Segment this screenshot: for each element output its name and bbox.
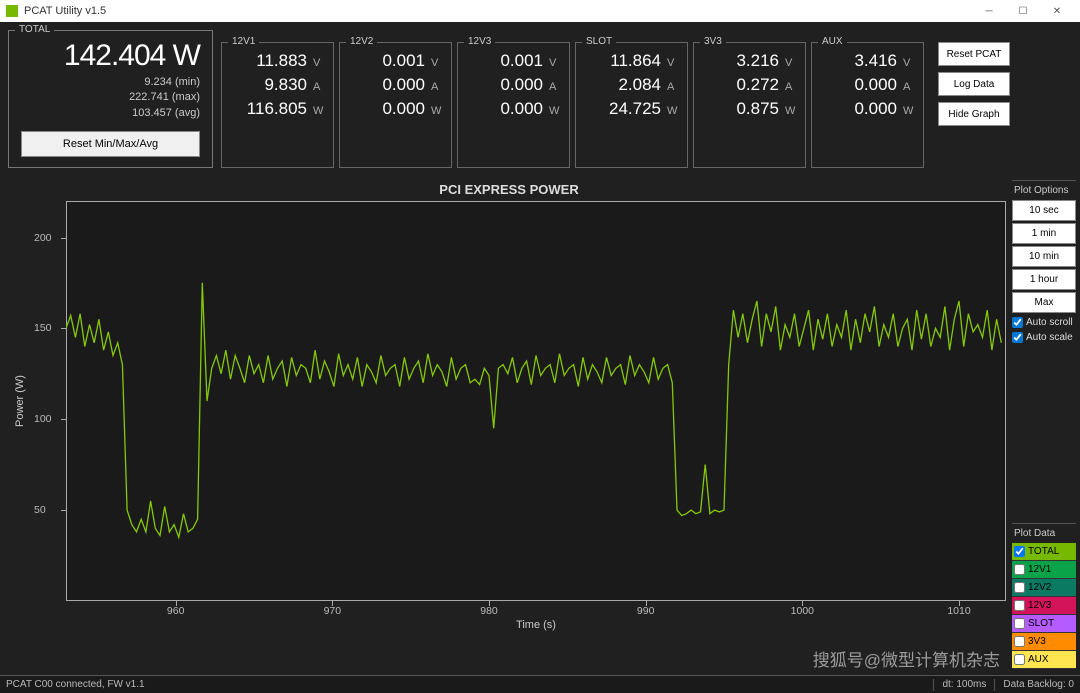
rail-label: AUX	[818, 36, 847, 47]
status-backlog: Data Backlog: 0	[1003, 679, 1074, 691]
app-icon	[6, 5, 18, 17]
x-axis-label: Time (s)	[516, 619, 556, 631]
status-dt: dt: 100ms	[942, 679, 986, 691]
xtick: 980	[480, 605, 498, 617]
rail-watts: 0.000	[382, 97, 425, 121]
legend-checkbox[interactable]	[1014, 600, 1025, 611]
rail-box-slot: SLOT 11.864V 2.084A 24.725W	[575, 42, 688, 168]
total-avg: 103.457 (avg)	[21, 106, 200, 121]
legend-total[interactable]: TOTAL	[1012, 543, 1076, 561]
ytick: 100	[34, 413, 52, 425]
auto-scale-checkbox[interactable]	[1012, 332, 1023, 343]
rail-amps: 0.000	[500, 73, 543, 97]
xtick: 1010	[947, 605, 970, 617]
rail-watts: 0.000	[854, 97, 897, 121]
legend-checkbox[interactable]	[1014, 636, 1025, 647]
log-data-button[interactable]: Log Data	[938, 72, 1010, 96]
xtick: 990	[637, 605, 655, 617]
rail-volts: 0.001	[500, 49, 543, 73]
rail-volts: 11.864	[610, 49, 661, 73]
side-panel: Plot Options 10 sec1 min10 min1 hourMax …	[1012, 176, 1080, 675]
close-button[interactable]: ✕	[1040, 1, 1074, 21]
xtick: 970	[324, 605, 342, 617]
rail-box-aux: AUX 3.416V 0.000A 0.000W	[811, 42, 924, 168]
legend-12v1[interactable]: 12V1	[1012, 561, 1076, 579]
rail-watts: 0.875	[736, 97, 779, 121]
plot-data-title: Plot Data	[1012, 526, 1076, 543]
ytick: 50	[34, 504, 46, 516]
legend-slot[interactable]: SLOT	[1012, 615, 1076, 633]
rail-volts: 3.216	[736, 49, 779, 73]
rail-label: 12V1	[228, 36, 259, 47]
rail-amps: 0.000	[382, 73, 425, 97]
legend-3v3[interactable]: 3V3	[1012, 633, 1076, 651]
rail-label: 3V3	[700, 36, 726, 47]
rail-amps: 9.830	[264, 73, 307, 97]
maximize-button[interactable]: ☐	[1006, 1, 1040, 21]
chart-title: PCI EXPRESS POWER	[12, 182, 1006, 197]
rail-watts: 0.000	[500, 97, 543, 121]
range-10sec-button[interactable]: 10 sec	[1012, 200, 1076, 221]
y-axis-label: Power (W)	[14, 375, 26, 427]
range-Max-button[interactable]: Max	[1012, 292, 1076, 313]
legend-12v2[interactable]: 12V2	[1012, 579, 1076, 597]
auto-scroll-checkbox[interactable]	[1012, 317, 1023, 328]
range-1min-button[interactable]: 1 min	[1012, 223, 1076, 244]
ytick: 200	[34, 232, 52, 244]
rail-label: 12V3	[464, 36, 495, 47]
rail-watts: 116.805	[247, 97, 307, 121]
auto-scale-check[interactable]: Auto scale	[1012, 330, 1076, 345]
chart-container[interactable]: Power (W) Time (s) 501001502009609709809…	[66, 201, 1006, 601]
legend-checkbox[interactable]	[1014, 582, 1025, 593]
rail-label: SLOT	[582, 36, 616, 47]
top-panel: TOTAL 142.404 W 9.234 (min) 222.741 (max…	[0, 22, 1080, 176]
titlebar: PCAT Utility v1.5 ─ ☐ ✕	[0, 0, 1080, 22]
rail-box-12v1: 12V1 11.883V 9.830A 116.805W	[221, 42, 334, 168]
legend-checkbox[interactable]	[1014, 618, 1025, 629]
rail-amps: 0.272	[736, 73, 779, 97]
xtick: 960	[167, 605, 185, 617]
rails-row: 12V1 11.883V 9.830A 116.805W12V2 0.001V …	[221, 30, 924, 168]
xtick: 1000	[791, 605, 814, 617]
total-box: TOTAL 142.404 W 9.234 (min) 222.741 (max…	[8, 30, 213, 168]
legend-12v3[interactable]: 12V3	[1012, 597, 1076, 615]
rail-label: 12V2	[346, 36, 377, 47]
chart-zone: PCI EXPRESS POWER Power (W) Time (s) 501…	[0, 176, 1012, 675]
legend-checkbox[interactable]	[1014, 654, 1025, 665]
rail-volts: 11.883	[256, 49, 307, 73]
plot-line	[66, 201, 1006, 601]
range-1hour-button[interactable]: 1 hour	[1012, 269, 1076, 290]
range-10min-button[interactable]: 10 min	[1012, 246, 1076, 267]
window-title: PCAT Utility v1.5	[24, 5, 106, 17]
legend-checkbox[interactable]	[1014, 546, 1025, 557]
rail-watts: 24.725	[609, 97, 661, 121]
total-max: 222.741 (max)	[21, 90, 200, 105]
status-connection: PCAT C00 connected, FW v1.1	[6, 679, 145, 690]
rail-box-12v3: 12V3 0.001V 0.000A 0.000W	[457, 42, 570, 168]
statusbar: PCAT C00 connected, FW v1.1 dt: 100ms Da…	[0, 675, 1080, 693]
rail-box-12v2: 12V2 0.001V 0.000A 0.000W	[339, 42, 452, 168]
reset-pcat-button[interactable]: Reset PCAT	[938, 42, 1010, 66]
legend-checkbox[interactable]	[1014, 564, 1025, 575]
legend-aux[interactable]: AUX	[1012, 651, 1076, 669]
auto-scroll-check[interactable]: Auto scroll	[1012, 315, 1076, 330]
ytick: 150	[34, 322, 52, 334]
total-label: TOTAL	[15, 24, 54, 35]
reset-minmaxavg-button[interactable]: Reset Min/Max/Avg	[21, 131, 200, 157]
rail-box-3v3: 3V3 3.216V 0.272A 0.875W	[693, 42, 806, 168]
hide-graph-button[interactable]: Hide Graph	[938, 102, 1010, 126]
total-min: 9.234 (min)	[21, 75, 200, 90]
rail-volts: 0.001	[382, 49, 425, 73]
rail-volts: 3.416	[854, 49, 897, 73]
rail-amps: 2.084	[618, 73, 661, 97]
rail-amps: 0.000	[854, 73, 897, 97]
minimize-button[interactable]: ─	[972, 1, 1006, 21]
total-value: 142.404 W	[21, 39, 200, 73]
plot-options-title: Plot Options	[1012, 183, 1076, 200]
